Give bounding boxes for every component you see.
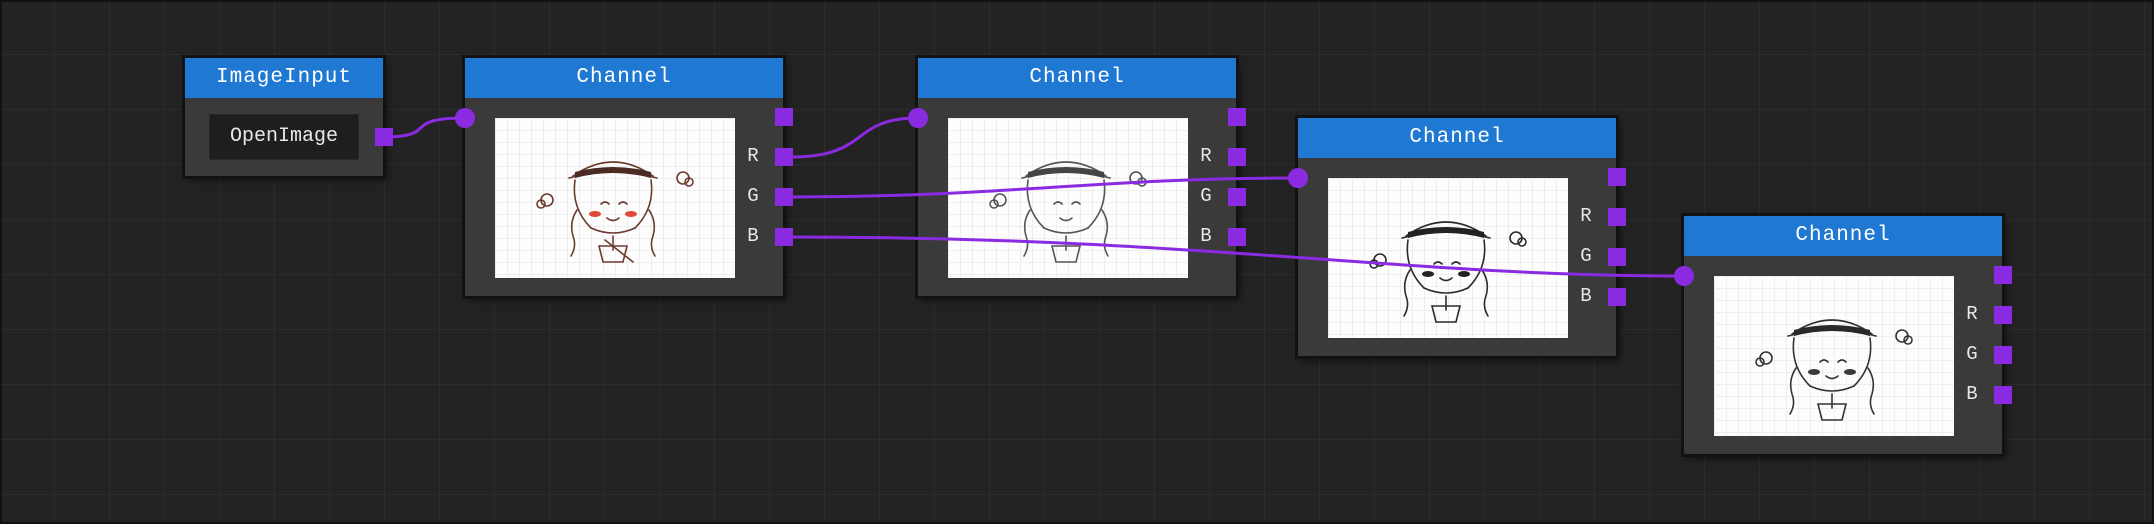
image-preview bbox=[495, 118, 735, 278]
output-port-g[interactable] bbox=[775, 188, 793, 206]
output-port-r[interactable] bbox=[775, 148, 793, 166]
node-channel-3[interactable]: Channel R G B bbox=[1288, 118, 1626, 356]
girl-sketch-image bbox=[536, 161, 694, 263]
node-channel-4[interactable]: Channel R G B bbox=[1674, 216, 2012, 454]
output-port-b[interactable] bbox=[775, 228, 793, 246]
node-title[interactable]: Channel bbox=[465, 58, 783, 98]
output-port-main[interactable] bbox=[1994, 266, 2012, 284]
node-title[interactable]: Channel bbox=[1298, 118, 1616, 158]
output-port-r[interactable] bbox=[1608, 208, 1626, 226]
port-label-r: R bbox=[1580, 205, 1592, 227]
image-preview bbox=[1328, 178, 1568, 338]
node-channel-2[interactable]: Channel R G B bbox=[908, 58, 1246, 296]
port-label-r: R bbox=[1200, 145, 1212, 167]
output-port-g[interactable] bbox=[1994, 346, 2012, 364]
port-label-r: R bbox=[1966, 303, 1978, 325]
node-title[interactable]: Channel bbox=[918, 58, 1236, 98]
wire-input-to-channel-1[interactable] bbox=[383, 116, 466, 139]
girl-sketch-image bbox=[1369, 221, 1527, 323]
wire-channel-1-r-to-channel-2[interactable] bbox=[791, 116, 919, 159]
girl-sketch-image bbox=[989, 161, 1147, 263]
port-label-g: G bbox=[747, 185, 759, 207]
output-port-main[interactable] bbox=[775, 108, 793, 126]
node-image-input[interactable]: ImageInput OpenImage bbox=[185, 58, 393, 176]
input-port[interactable] bbox=[1674, 266, 1694, 286]
port-label-b: B bbox=[1200, 225, 1212, 247]
output-port-b[interactable] bbox=[1608, 288, 1626, 306]
output-port[interactable] bbox=[375, 128, 393, 146]
port-label-b: B bbox=[747, 225, 759, 247]
output-port-g[interactable] bbox=[1608, 248, 1626, 266]
open-image-button[interactable]: OpenImage bbox=[209, 114, 359, 160]
port-label-b: B bbox=[1580, 285, 1592, 307]
output-port-main[interactable] bbox=[1608, 168, 1626, 186]
output-port-g[interactable] bbox=[1228, 188, 1246, 206]
image-preview bbox=[948, 118, 1188, 278]
port-label-g: G bbox=[1200, 185, 1212, 207]
output-port-r[interactable] bbox=[1994, 306, 2012, 324]
port-label-r: R bbox=[747, 145, 759, 167]
port-label-g: G bbox=[1966, 343, 1978, 365]
port-label-g: G bbox=[1580, 245, 1592, 267]
input-port[interactable] bbox=[1288, 168, 1308, 188]
node-channel-1[interactable]: Channel R G B bbox=[455, 58, 793, 296]
output-port-main[interactable] bbox=[1228, 108, 1246, 126]
node-title[interactable]: Channel bbox=[1684, 216, 2002, 256]
output-port-r[interactable] bbox=[1228, 148, 1246, 166]
port-label-b: B bbox=[1966, 383, 1978, 405]
output-port-b[interactable] bbox=[1228, 228, 1246, 246]
girl-sketch-image bbox=[1755, 319, 1913, 421]
image-preview bbox=[1714, 276, 1954, 436]
input-port[interactable] bbox=[455, 108, 475, 128]
node-title[interactable]: ImageInput bbox=[185, 58, 383, 98]
output-port-b[interactable] bbox=[1994, 386, 2012, 404]
input-port[interactable] bbox=[908, 108, 928, 128]
